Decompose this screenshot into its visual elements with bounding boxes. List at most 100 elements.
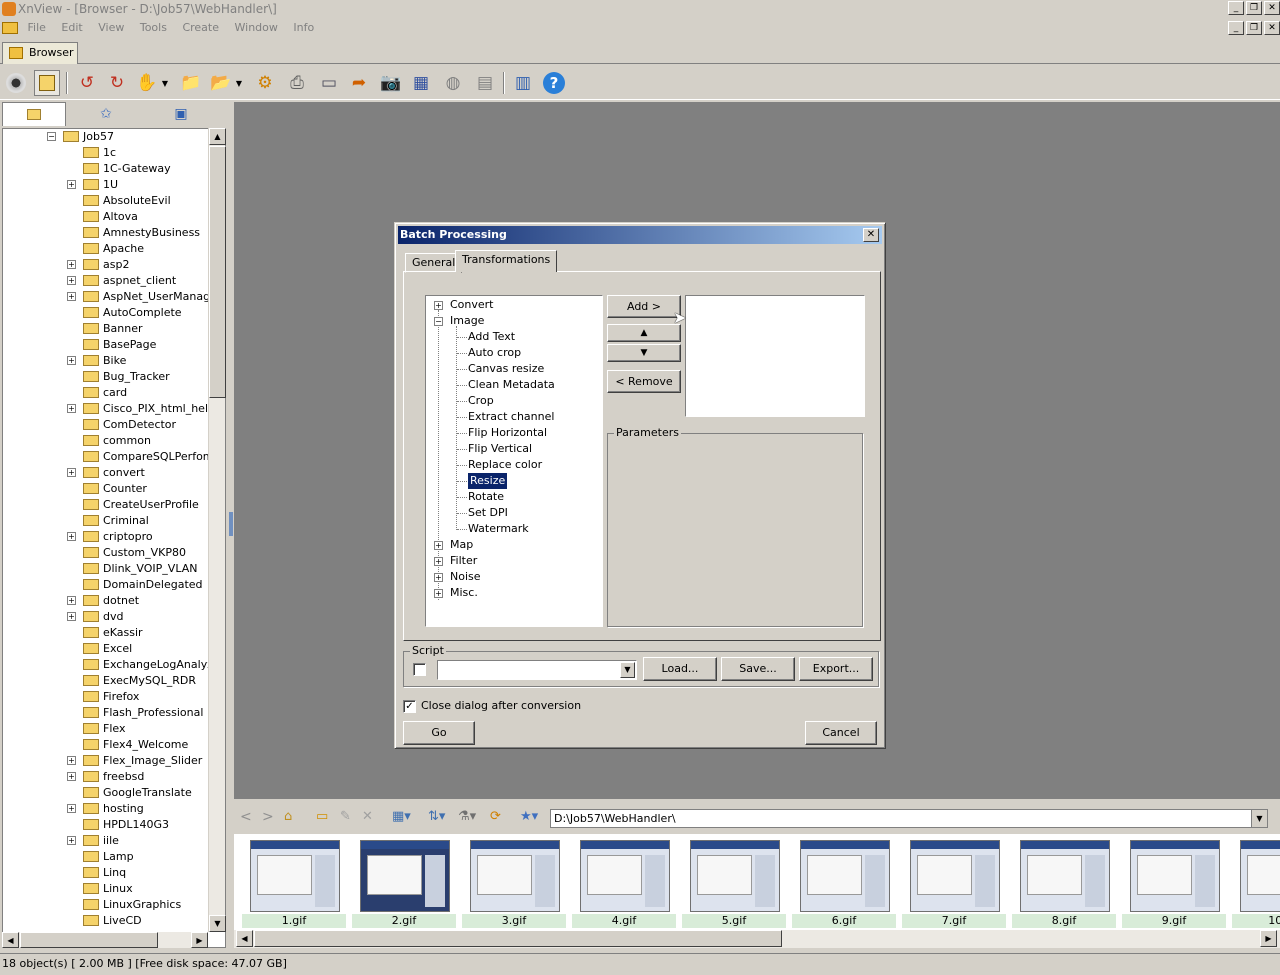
tree-folder[interactable]: + Flex_Image_Slider [67,753,202,769]
parent-folder-icon[interactable]: ⌂ [284,809,292,824]
cancel-button[interactable]: Cancel [805,721,877,745]
tree-node-root[interactable]: − Job57 [47,129,114,145]
expand-icon[interactable]: + [67,356,76,365]
tree-folder[interactable]: DomainDelegated [67,577,203,593]
transformation-item[interactable]: Rotate [468,489,504,505]
expand-icon[interactable]: + [67,260,76,269]
tree-folder[interactable]: AmnestyBusiness [67,225,200,241]
tree-folder[interactable]: AutoComplete [67,305,182,321]
thumbnail[interactable]: 1.gif [242,838,346,928]
doc-minimize-icon[interactable]: _ [1228,21,1244,35]
refresh-icon[interactable]: ⟳ [490,809,501,824]
tab-transformations[interactable]: Transformations [455,250,558,272]
scroll-right-icon[interactable]: ▶ [1260,930,1277,947]
thumb-scroll-thumb[interactable] [254,930,782,947]
tree-folder[interactable]: + iile [67,833,119,849]
new-folder-icon[interactable]: ▭ [316,809,328,824]
rotate-left-icon[interactable]: ↺ [74,70,100,96]
tree-folder[interactable]: + asp2 [67,257,129,273]
tree-folder[interactable]: + criptopro [67,529,153,545]
tree-folder[interactable]: + freebsd [67,769,144,785]
tree-folder[interactable]: Linq [67,865,126,881]
expand-icon[interactable]: + [67,804,76,813]
restore-icon[interactable]: ❐ [1246,1,1262,15]
contact-sheet-icon[interactable]: ▤ [472,70,498,96]
tree-folder[interactable]: Flex [67,721,125,737]
expand-icon[interactable]: + [434,573,443,582]
scroll-left-icon[interactable]: ◀ [236,930,253,947]
expand-icon[interactable]: + [67,596,76,605]
tree-folder[interactable]: Lamp [67,849,134,865]
transformation-item[interactable]: Flip Horizontal [468,425,547,441]
tree-folder[interactable]: HPDL140G3 [67,817,169,833]
transformation-item[interactable]: Crop [468,393,494,409]
scroll-up-icon[interactable]: ▲ [209,128,226,145]
transformation-item[interactable]: Watermark [468,521,529,537]
back-icon[interactable]: < [240,809,252,825]
tab-browser[interactable]: Browser [2,42,78,64]
transformation-item[interactable]: Auto crop [468,345,521,361]
thumbnail[interactable]: 3.gif [462,838,566,928]
tree-folder[interactable]: Flex4_Welcome [67,737,188,753]
transformation-item[interactable]: Add Text [468,329,515,345]
tree-folder[interactable]: BasePage [67,337,156,353]
move-down-button[interactable]: ▼ [607,344,681,362]
transformation-item[interactable]: Replace color [468,457,542,473]
expand-icon[interactable]: + [67,276,76,285]
tree-folder[interactable]: common [67,433,151,449]
tree-folder[interactable]: + hosting [67,801,144,817]
transformation-category[interactable]: Filter [450,553,477,569]
tree-folder[interactable]: Dlink_VOIP_VLAN [67,561,197,577]
tree-folder[interactable]: + aspnet_client [67,273,176,289]
thumbnail[interactable]: 2.gif [352,838,456,928]
transformation-item[interactable]: Flip Vertical [468,441,532,457]
doc-close-icon[interactable]: ✕ [1264,21,1280,35]
expand-icon[interactable]: + [67,180,76,189]
thumbnail[interactable]: 10.gif [1232,838,1280,928]
expand-icon[interactable]: + [67,468,76,477]
transformation-item[interactable]: Resize [466,472,509,490]
tab-general[interactable]: General [405,253,463,273]
print-icon[interactable]: ⎙ [284,70,310,96]
script-dropdown-icon[interactable]: ▼ [620,662,635,678]
thumbnail[interactable]: 6.gif [792,838,896,928]
tree-folder[interactable]: + convert [67,465,145,481]
thumbnail[interactable]: 5.gif [682,838,786,928]
hscroll-thumb[interactable] [20,932,158,948]
view-mode-icon[interactable]: ▦▾ [392,809,411,824]
expand-icon[interactable]: + [67,404,76,413]
collapse-icon[interactable]: − [434,317,443,326]
tree-folder[interactable]: CompareSQLPerfomar [67,449,225,465]
load-button[interactable]: Load... [643,657,717,681]
camera-icon[interactable]: 📷 [378,70,404,96]
menu-edit[interactable]: Edit [55,18,88,38]
save-button[interactable]: Save... [721,657,795,681]
delete-icon[interactable]: ✕ [362,809,373,824]
minimize-icon[interactable]: _ [1228,1,1244,15]
transformation-category[interactable]: Map [450,537,473,553]
filter-icon[interactable]: ⚗▾ [458,809,476,824]
expand-icon[interactable]: + [67,756,76,765]
tree-folder[interactable]: Custom_VKP80 [67,545,186,561]
favorites-icon[interactable]: ✩ [68,102,144,126]
help-icon[interactable]: ? [541,70,567,96]
expand-icon[interactable]: + [67,772,76,781]
path-field[interactable]: D:\Job57\WebHandler\ ▼ [550,809,1268,828]
slideshow-icon[interactable]: ▦ [408,70,434,96]
tree-folder[interactable]: Flash_Professional [67,705,203,721]
tree-folder[interactable]: 1c [67,145,116,161]
script-checkbox[interactable] [413,663,426,676]
sort-icon[interactable]: ⇅▾ [428,809,445,824]
scanner-icon[interactable]: ▭ [316,70,342,96]
thumbnail[interactable]: 7.gif [902,838,1006,928]
menu-tools[interactable]: Tools [134,18,173,38]
menu-window[interactable]: Window [229,18,284,38]
transformation-item[interactable]: Clean Metadata [468,377,555,393]
scroll-down-icon[interactable]: ▼ [209,915,226,932]
web-icon[interactable]: ◍ [440,70,466,96]
transformation-category[interactable]: Misc. [450,585,478,601]
tree-folder[interactable]: LiveCD [67,913,142,929]
splitter-grip[interactable] [229,512,233,536]
hand-dropdown-icon[interactable]: ▼ [158,70,172,96]
tree-folder[interactable]: Banner [67,321,143,337]
